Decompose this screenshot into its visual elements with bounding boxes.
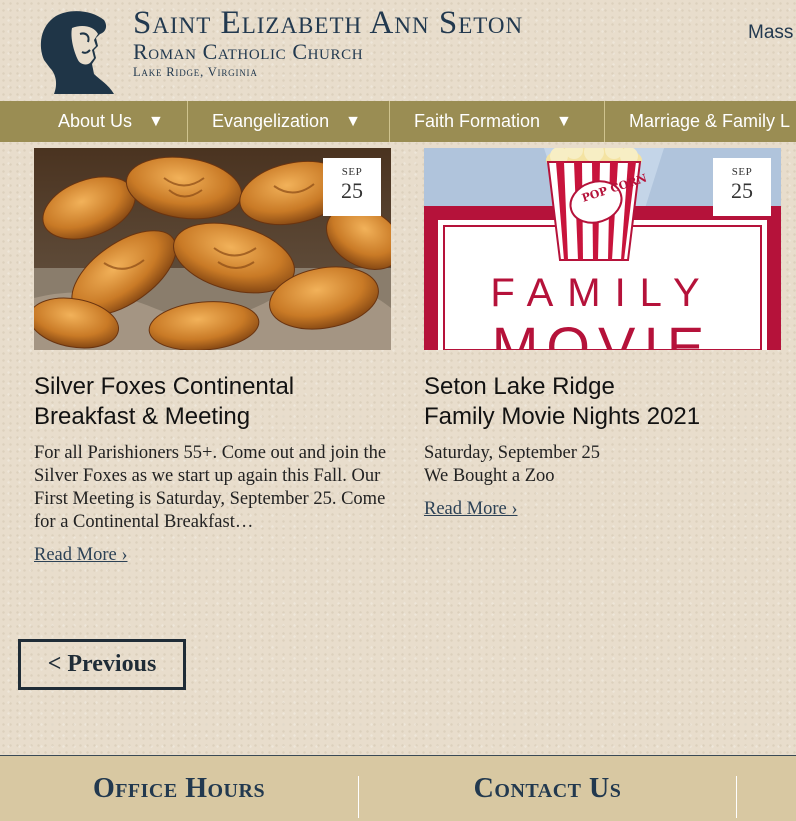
site-header: Saint Elizabeth Ann Seton Roman Catholic… [0, 0, 796, 101]
nav-item-label: Faith Formation [414, 111, 541, 131]
chevron-down-icon[interactable]: ▼ [345, 113, 361, 131]
office-hours-heading[interactable]: Office Hours [0, 756, 358, 821]
nav-item-label: Marriage & Family L [629, 111, 791, 131]
event-month: SEP [731, 166, 753, 178]
event-title-line: Silver Foxes Continental [34, 373, 295, 400]
nav-item-faith-formation[interactable]: Faith Formation ▼ [390, 101, 605, 142]
nav-item-label: Evangelization [212, 111, 330, 131]
event-description: For all Parishioners 55+. Come out and j… [34, 443, 387, 532]
event-day: 25 [341, 178, 363, 203]
contact-us-heading[interactable]: Contact Us [359, 756, 736, 821]
poster-subtitle-text: MOVIE [492, 315, 712, 350]
chevron-down-icon[interactable]: ▼ [148, 113, 164, 131]
event-title-line: Seton Lake Ridge [424, 373, 615, 400]
event-title-line: Family Movie Nights 2021 [424, 403, 701, 430]
chevron-down-icon[interactable]: ▼ [556, 113, 572, 131]
church-location: Lake Ridge, Virginia [133, 65, 258, 79]
event-title[interactable]: Silver Foxes Continental Breakfast & Mee… [34, 372, 391, 432]
main-nav: About Us ▼ Evangelization ▼ Faith Format… [0, 101, 796, 142]
footer-divider [736, 776, 737, 818]
church-name-block[interactable]: Saint Elizabeth Ann Seton Roman Catholic… [133, 6, 523, 80]
event-month: SEP [341, 166, 363, 178]
event-title[interactable]: Seton Lake Ridge Family Movie Nights 202… [424, 372, 781, 432]
event-image-movie-poster[interactable]: POP CORN FAMILY MOVIE SEP 25 [424, 148, 781, 350]
nav-item-marriage-family[interactable]: Marriage & Family L [605, 101, 796, 142]
read-more-link[interactable]: Read More › [34, 545, 128, 566]
event-description: Saturday, September 25 We Bought a Zoo [424, 442, 781, 488]
read-more-link[interactable]: Read More › [424, 499, 518, 520]
event-card: SEP 25 Silver Foxes Continental Breakfas… [34, 148, 391, 566]
mass-times-link[interactable]: Mass [748, 22, 793, 44]
event-card: POP CORN FAMILY MOVIE SEP 25 Seton Lake … [424, 148, 781, 520]
event-title-line: Breakfast & Meeting [34, 403, 251, 430]
event-date-badge: SEP 25 [713, 158, 771, 216]
church-title: Saint Elizabeth Ann Seton [133, 5, 524, 41]
event-date-badge: SEP 25 [323, 158, 381, 216]
nav-item-evangelization[interactable]: Evangelization ▼ [188, 101, 390, 142]
nav-item-about-us[interactable]: About Us ▼ [0, 101, 188, 142]
event-day: 25 [731, 178, 753, 203]
event-description-line: Saturday, September 25 [424, 443, 601, 463]
footer-bar: Office Hours Contact Us [0, 755, 796, 821]
church-subtitle: Roman Catholic Church [133, 39, 364, 64]
event-description-line: We Bought a Zoo [424, 466, 555, 486]
previous-page-button[interactable]: < Previous [18, 639, 186, 690]
nav-item-label: About Us [58, 111, 133, 131]
poster-title-text: FAMILY [490, 271, 713, 315]
event-image-croissants[interactable]: SEP 25 [34, 148, 391, 350]
church-logo[interactable] [34, 8, 116, 94]
